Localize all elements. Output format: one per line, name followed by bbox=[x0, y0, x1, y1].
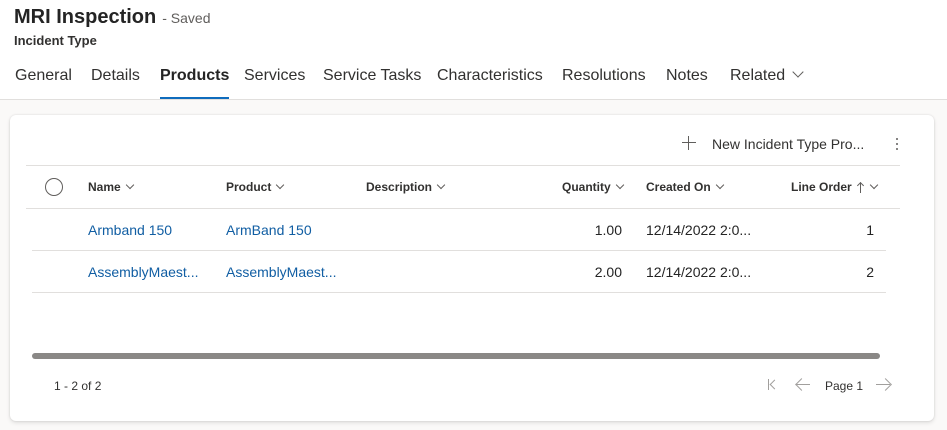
chevron-down-icon bbox=[276, 180, 285, 190]
tab-notes[interactable]: Notes bbox=[666, 62, 708, 98]
column-description-label: Description bbox=[366, 180, 433, 194]
row-quantity: 2.00 bbox=[594, 264, 622, 280]
save-status: - Saved bbox=[162, 10, 211, 26]
tab-general[interactable]: General bbox=[15, 62, 72, 98]
record-count: 1 - 2 of 2 bbox=[54, 379, 102, 393]
new-incident-type-product-button[interactable]: New Incident Type Pro... bbox=[712, 136, 864, 152]
title-row: MRI Inspection - Saved bbox=[14, 6, 210, 29]
chevron-down-icon bbox=[715, 180, 724, 190]
row-name-link[interactable]: Armband 150 bbox=[88, 222, 172, 238]
row-created-on: 12/14/2022 2:0... bbox=[646, 222, 752, 238]
column-header-created-on[interactable]: Created On bbox=[646, 180, 724, 194]
add-icon[interactable] bbox=[682, 136, 696, 150]
record-title: MRI Inspection bbox=[14, 6, 157, 28]
tab-products[interactable]: Products bbox=[160, 62, 230, 99]
first-page-icon[interactable] bbox=[767, 375, 781, 395]
row-created-on: 12/14/2022 2:0... bbox=[646, 264, 752, 280]
row-quantity: 1.00 bbox=[594, 222, 622, 238]
column-created-on-label: Created On bbox=[646, 180, 711, 194]
tab-related-label: Related bbox=[730, 67, 786, 84]
tab-details[interactable]: Details bbox=[91, 62, 140, 98]
page-indicator: Page 1 bbox=[825, 379, 864, 393]
tab-characteristics[interactable]: Characteristics bbox=[437, 62, 543, 98]
row-line-order: 2 bbox=[866, 264, 874, 280]
next-page-icon[interactable] bbox=[875, 375, 891, 395]
column-header-name[interactable]: Name bbox=[88, 180, 134, 194]
column-header-line-order[interactable]: Line Order bbox=[791, 180, 878, 194]
chevron-down-icon bbox=[436, 180, 446, 190]
chevron-down-icon bbox=[869, 180, 878, 190]
row-line-order: 1 bbox=[866, 222, 874, 238]
chevron-down-icon bbox=[615, 180, 624, 190]
horizontal-scrollbar[interactable] bbox=[32, 353, 880, 359]
table-row[interactable]: AssemblyMaest... AssemblyMaest... 2.00 1… bbox=[32, 251, 886, 293]
previous-page-icon[interactable] bbox=[795, 375, 811, 395]
column-header-description[interactable]: Description bbox=[366, 180, 446, 194]
row-divider bbox=[32, 292, 886, 293]
entity-name: Incident Type bbox=[14, 33, 97, 48]
tab-services[interactable]: Services bbox=[244, 62, 305, 98]
tab-service-tasks[interactable]: Service Tasks bbox=[323, 62, 421, 98]
row-name-link[interactable]: AssemblyMaest... bbox=[88, 264, 198, 280]
sort-ascending-icon bbox=[857, 182, 865, 193]
column-product-label: Product bbox=[226, 180, 272, 194]
select-all-radio[interactable] bbox=[45, 178, 63, 196]
column-name-label: Name bbox=[88, 180, 121, 194]
column-header-quantity[interactable]: Quantity bbox=[562, 180, 624, 194]
tab-resolutions[interactable]: Resolutions bbox=[562, 62, 646, 98]
column-header-product[interactable]: Product bbox=[226, 180, 285, 194]
grid-header-row: Name Product Description Quantity Create… bbox=[26, 165, 900, 209]
products-subgrid: New Incident Type Pro... Name Product De… bbox=[10, 115, 934, 421]
tab-related[interactable]: Related bbox=[730, 62, 804, 98]
form-header: MRI Inspection - Saved Incident Type Gen… bbox=[0, 0, 947, 100]
row-product-link[interactable]: AssemblyMaest... bbox=[226, 264, 336, 280]
row-product-link[interactable]: ArmBand 150 bbox=[226, 222, 312, 238]
more-commands-icon[interactable] bbox=[895, 137, 899, 151]
column-line-order-label: Line Order bbox=[791, 180, 852, 194]
table-row[interactable]: Armband 150 ArmBand 150 1.00 12/14/2022 … bbox=[32, 209, 886, 251]
chevron-down-icon bbox=[125, 180, 134, 190]
chevron-down-icon bbox=[792, 66, 804, 78]
column-quantity-label: Quantity bbox=[562, 180, 611, 194]
